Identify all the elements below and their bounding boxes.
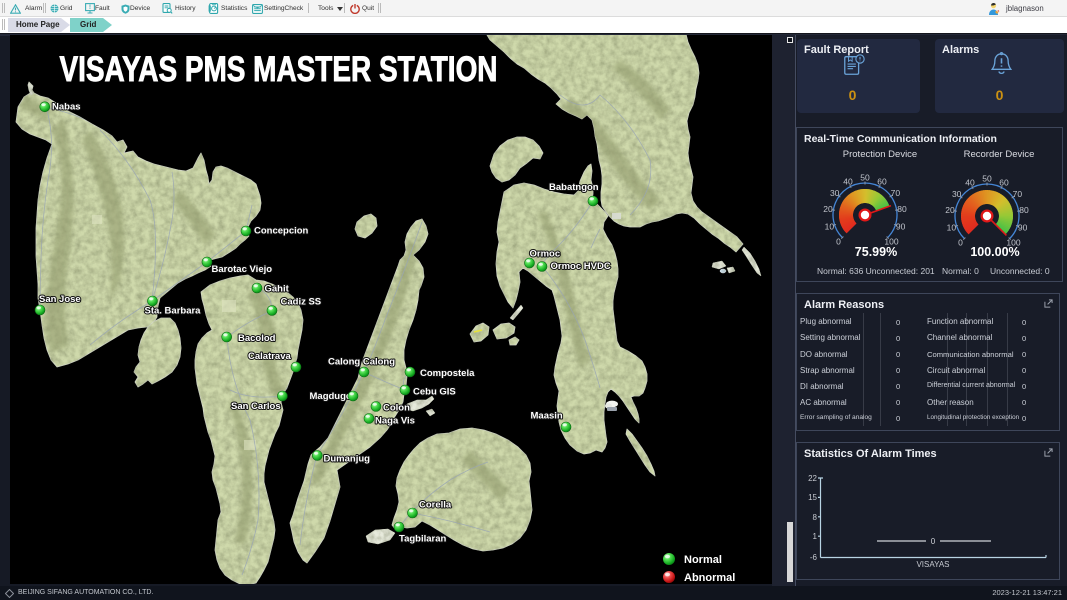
svg-text:0: 0 — [836, 237, 841, 247]
svg-text:60: 60 — [999, 178, 1009, 188]
svg-text:Normal: Normal — [684, 554, 722, 566]
svg-text:8: 8 — [813, 513, 818, 522]
svg-text:Maasin: Maasin — [531, 410, 563, 421]
svg-text:80: 80 — [1019, 205, 1029, 215]
svg-text:Tagbilaran: Tagbilaran — [399, 534, 447, 545]
svg-text:40: 40 — [965, 178, 975, 188]
svg-text:22: 22 — [808, 474, 817, 483]
svg-text:Normal: 0: Normal: 0 — [942, 266, 979, 276]
svg-text:Corella: Corella — [419, 500, 452, 511]
svg-text:30: 30 — [830, 188, 840, 198]
svg-text:Concepcion: Concepcion — [254, 226, 309, 237]
svg-text:VISAYAS: VISAYAS — [916, 560, 949, 569]
svg-text:Gahit: Gahit — [265, 284, 290, 295]
svg-text:Barotac Viejo: Barotac Viejo — [212, 264, 273, 275]
svg-text:60: 60 — [877, 177, 887, 187]
svg-text:Nabas: Nabas — [52, 102, 81, 113]
svg-text:VISAYAS PMS MASTER STATION: VISAYAS PMS MASTER STATION — [60, 50, 498, 89]
svg-text:Unconnected: 0: Unconnected: 0 — [990, 266, 1050, 276]
svg-text:90: 90 — [1018, 223, 1028, 233]
svg-text:Babatngon: Babatngon — [549, 182, 599, 193]
svg-text:50: 50 — [982, 174, 992, 184]
svg-text:70: 70 — [891, 188, 901, 198]
svg-text:Normal: 636 Unconnected: 201: Normal: 636 Unconnected: 201 — [817, 266, 935, 276]
svg-text:Cadiz SS: Cadiz SS — [281, 297, 322, 308]
svg-text:Calatrava: Calatrava — [248, 351, 291, 362]
svg-text:70: 70 — [1013, 189, 1023, 199]
svg-text:80: 80 — [897, 204, 907, 214]
svg-text:30: 30 — [952, 189, 962, 199]
svg-text:!: ! — [89, 5, 91, 11]
svg-text:Ormoc HVDC: Ormoc HVDC — [551, 261, 611, 272]
svg-text:Abnormal: Abnormal — [684, 572, 735, 584]
svg-text:Protection Device: Protection Device — [843, 149, 917, 160]
svg-text:1: 1 — [813, 532, 818, 541]
svg-text:Naga Vis: Naga Vis — [375, 416, 415, 427]
svg-text:20: 20 — [945, 205, 955, 215]
svg-text:Calong Calong: Calong Calong — [328, 357, 395, 368]
svg-text:90: 90 — [896, 222, 906, 232]
svg-text:Compostela: Compostela — [420, 368, 475, 379]
svg-text:Dumanjug: Dumanjug — [324, 454, 371, 465]
svg-text:Recorder Device: Recorder Device — [964, 149, 1035, 160]
svg-text:0: 0 — [931, 537, 936, 546]
svg-text:Sta. Barbara: Sta. Barbara — [145, 306, 202, 317]
svg-text:15: 15 — [808, 493, 817, 502]
svg-text:-6: -6 — [810, 553, 818, 562]
svg-text:San Jose: San Jose — [39, 294, 81, 305]
svg-text:Magdugo: Magdugo — [310, 391, 352, 402]
svg-text:20: 20 — [823, 204, 833, 214]
svg-text:40: 40 — [843, 177, 853, 187]
svg-text:10: 10 — [947, 223, 957, 233]
svg-text:Ormoc: Ormoc — [530, 249, 561, 260]
svg-text:Colon: Colon — [383, 403, 410, 414]
svg-text:San Carlos: San Carlos — [231, 401, 281, 412]
svg-text:50: 50 — [860, 173, 870, 183]
svg-text:100.00%: 100.00% — [970, 245, 1019, 259]
svg-text:0: 0 — [958, 238, 963, 248]
svg-text:Bacolod: Bacolod — [238, 333, 276, 344]
svg-text:75.99%: 75.99% — [855, 245, 897, 259]
svg-text:10: 10 — [825, 222, 835, 232]
svg-text:Cebu GIS: Cebu GIS — [413, 387, 456, 398]
